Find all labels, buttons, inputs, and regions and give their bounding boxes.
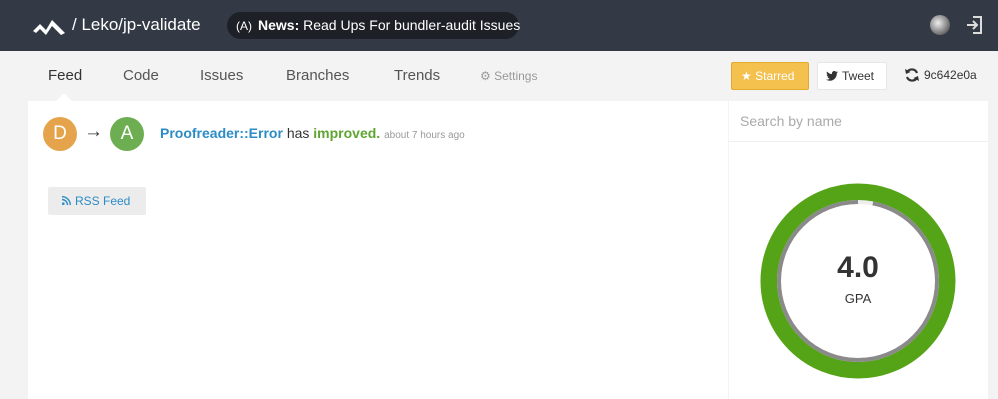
- grade-to-badge: A: [110, 117, 144, 151]
- star-icon: ★: [741, 69, 752, 83]
- tab-trends[interactable]: Trends: [394, 67, 440, 84]
- feed-event: Proofreader::Error has improved. about 7…: [160, 125, 465, 141]
- news-pill[interactable]: (A) News: Read Ups For bundler-audit Issu…: [227, 12, 521, 39]
- settings-label: Settings: [494, 69, 538, 83]
- feed-panel: D → A Proofreader::Error has improved. a…: [28, 101, 728, 399]
- rss-label: RSS Feed: [75, 194, 131, 208]
- event-verb: has: [286, 125, 310, 141]
- arrow-icon: →: [84, 121, 103, 142]
- twitter-icon: [826, 71, 838, 81]
- tab-branches[interactable]: Branches: [286, 67, 349, 84]
- repo-nav: Feed Code Issues Branches Trends ⚙ Setti…: [0, 51, 998, 101]
- sign-out-icon[interactable]: [966, 15, 982, 35]
- top-bar: / Leko/jp-validate (A) News: Read Ups For…: [0, 0, 998, 51]
- rss-feed-button[interactable]: RSS Feed: [48, 187, 146, 215]
- tab-settings[interactable]: ⚙ Settings: [480, 69, 537, 83]
- tweet-button[interactable]: Tweet: [817, 62, 887, 90]
- grade-from-badge: D: [43, 117, 77, 151]
- tab-code[interactable]: Code: [123, 67, 159, 84]
- news-text: Read Ups For bundler-audit Issues: [299, 17, 521, 33]
- news-prefix: News:: [258, 17, 300, 33]
- broadcast-icon: (A): [236, 19, 252, 33]
- active-tab-caret: [56, 93, 72, 101]
- tab-issues[interactable]: Issues: [200, 67, 243, 84]
- event-time: about 7 hours ago: [384, 130, 465, 141]
- codeclimate-logo-icon[interactable]: [33, 14, 65, 36]
- event-change: improved.: [313, 125, 381, 141]
- sidebar: 4.0 GPA: [729, 101, 988, 399]
- gear-icon: ⚙: [480, 69, 491, 83]
- search-input[interactable]: [729, 101, 988, 142]
- refresh-icon: [905, 68, 919, 82]
- rss-icon: [61, 196, 71, 206]
- starred-button[interactable]: ★ Starred: [731, 62, 809, 90]
- tab-feed[interactable]: Feed: [48, 67, 82, 84]
- gpa-value: 4.0: [837, 251, 879, 284]
- commit-sha-label: 9c642e0a: [924, 68, 977, 82]
- repo-path[interactable]: / Leko/jp-validate: [72, 15, 201, 35]
- commit-sha[interactable]: 9c642e0a: [904, 67, 977, 83]
- starred-label: Starred: [755, 69, 795, 83]
- tweet-label: Tweet: [842, 69, 875, 83]
- avatar[interactable]: [930, 15, 950, 35]
- class-link[interactable]: Proofreader::Error: [160, 125, 283, 141]
- gpa-label: GPA: [844, 291, 872, 306]
